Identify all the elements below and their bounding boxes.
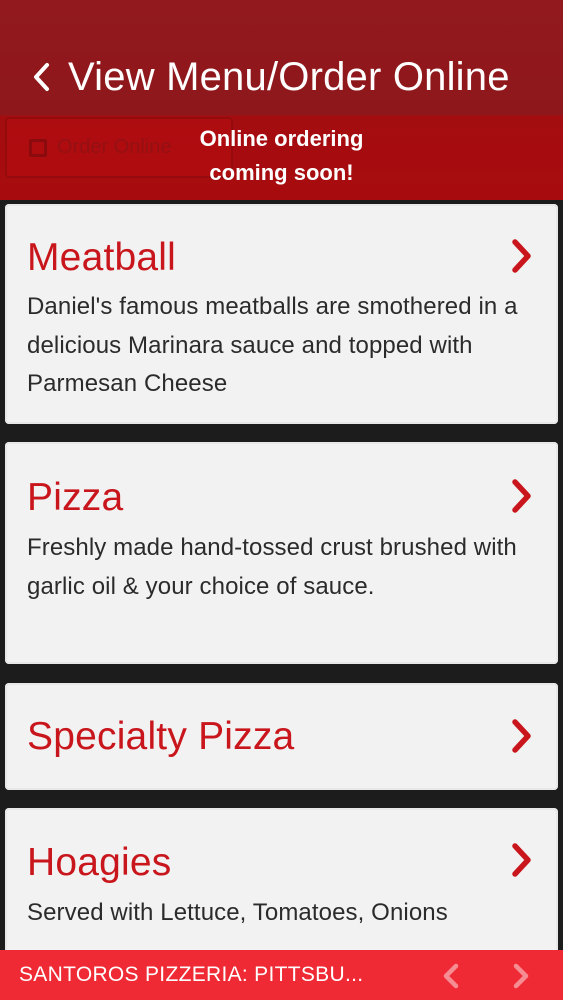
bottom-bar: SANTOROS PIZZERIA: PITTSBU... [0, 950, 563, 1000]
chevron-right-icon [512, 719, 531, 753]
chevron-right-icon [512, 239, 531, 273]
notice-line-1: Online ordering [199, 126, 364, 151]
menu-item-description: Served with Lettuce, Tomatoes, Onions [27, 899, 448, 926]
menu-item-specialty-pizza[interactable]: Specialty Pizza [5, 683, 558, 790]
menu-item-title: Hoagies [27, 841, 172, 884]
chevron-right-icon [512, 843, 531, 877]
page-title: View Menu/Order Online [68, 54, 510, 99]
next-arrow-icon[interactable] [511, 963, 531, 989]
menu-item-title: Specialty Pizza [27, 715, 295, 758]
menu-item-title: Meatball [27, 236, 177, 279]
chevron-left-icon [34, 63, 49, 91]
prev-arrow-icon[interactable] [441, 963, 461, 989]
menu-item-description: Freshly made hand-tossed crust brushed w… [27, 534, 517, 600]
coming-soon-notice: Online ordering coming soon! [0, 122, 563, 190]
restaurant-title: SANTOROS PIZZERIA: PITTSBU... [19, 963, 364, 986]
app-screen: View Menu/Order Online Order Online Onli… [0, 0, 563, 1000]
header: View Menu/Order Online Order Online Onli… [0, 0, 563, 200]
menu-item-title: Pizza [27, 476, 124, 519]
back-button[interactable]: View Menu/Order Online [30, 52, 530, 102]
chevron-right-icon [512, 479, 531, 513]
menu-item-meatball[interactable]: Meatball Daniel's famous meatballs are s… [5, 204, 558, 424]
notice-line-2: coming soon! [209, 160, 354, 185]
menu-item-description: Daniel's famous meatballs are smothered … [27, 293, 518, 397]
menu-item-pizza[interactable]: Pizza Freshly made hand-tossed crust bru… [5, 442, 558, 664]
